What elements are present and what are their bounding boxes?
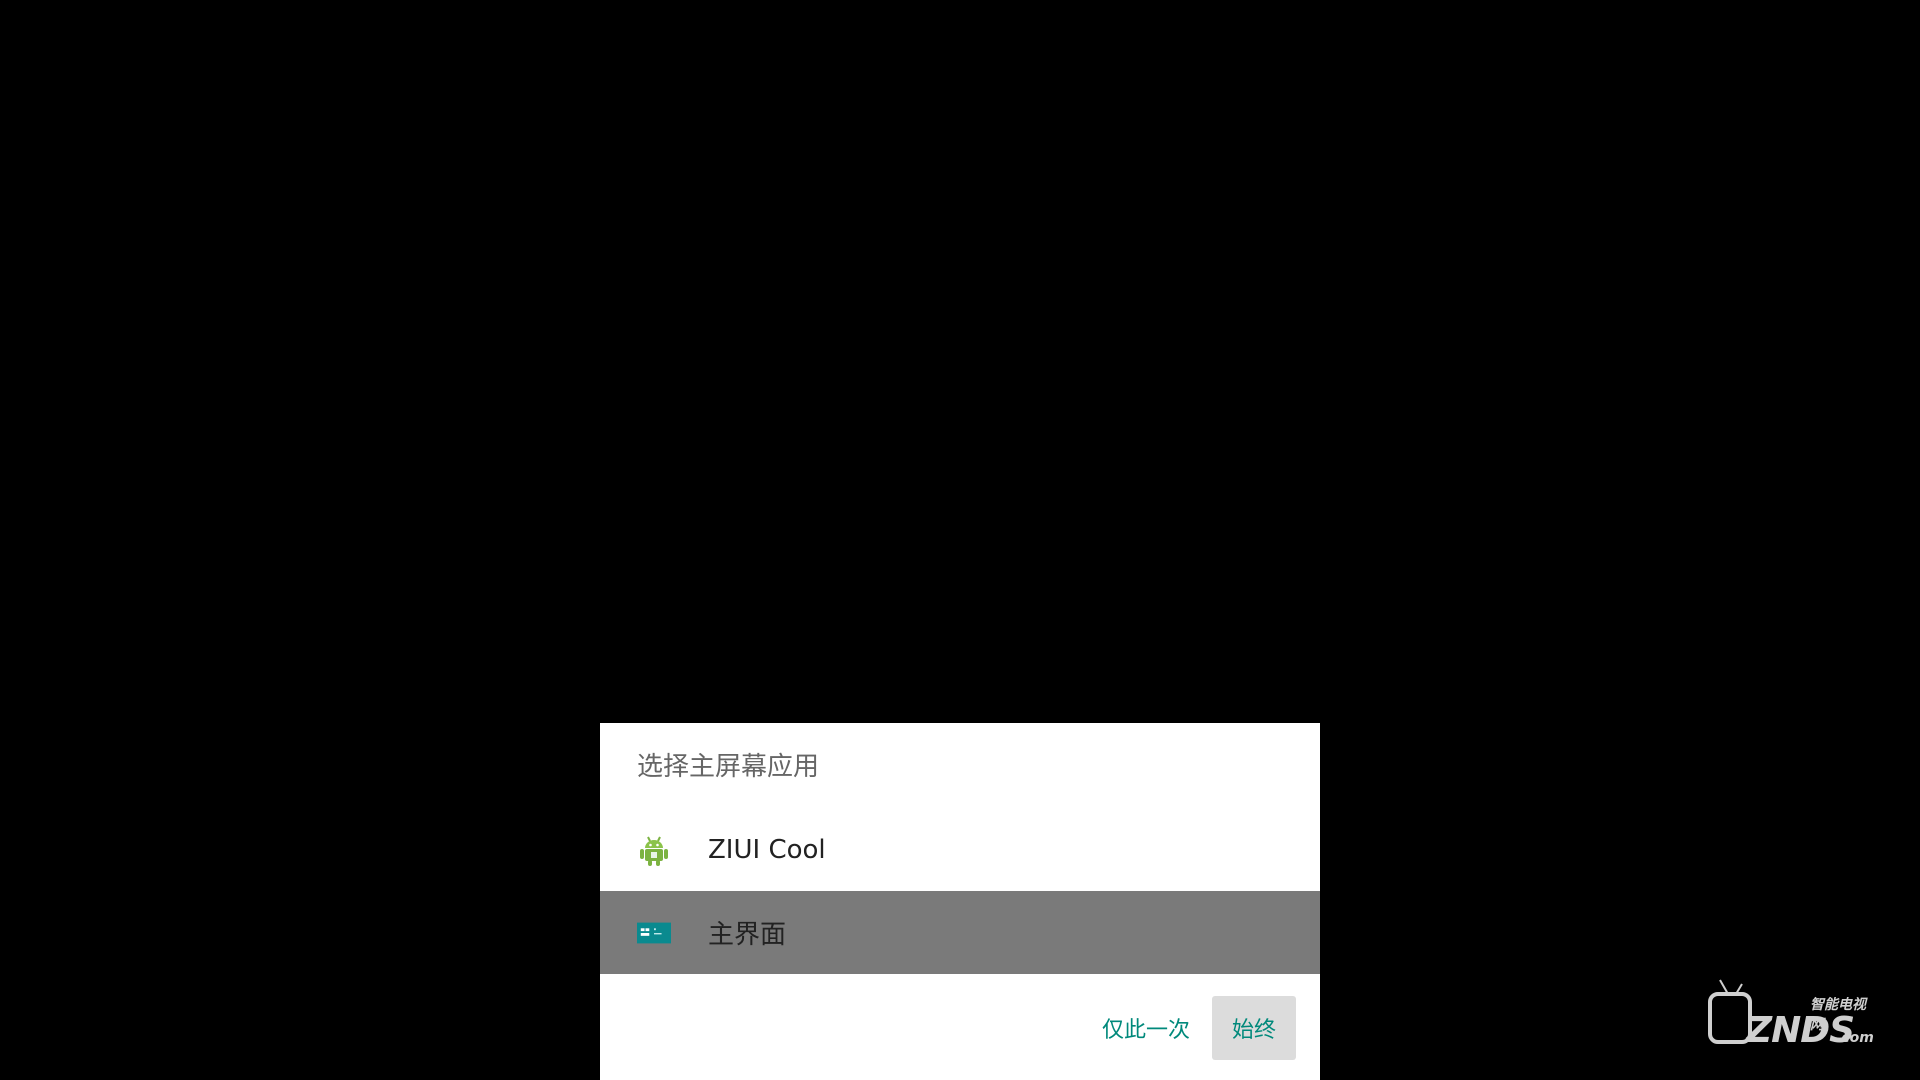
- watermark-suffix: .com: [1836, 1030, 1874, 1046]
- app-label: 主界面: [708, 920, 787, 950]
- app-label: ZIUI Cool: [708, 834, 826, 865]
- just-once-button[interactable]: 仅此一次: [1093, 996, 1199, 1060]
- dialog-title: 选择主屏幕应用: [637, 752, 820, 782]
- android-robot-icon: [637, 833, 671, 867]
- app-option-ziui-cool[interactable]: ZIUI Cool: [600, 808, 1320, 891]
- always-button[interactable]: 始终: [1212, 996, 1296, 1060]
- launcher-icon: [637, 916, 671, 950]
- znds-watermark-logo: 智能电视网 ZNDS .com: [1706, 978, 1876, 1051]
- app-option-home-screen[interactable]: 主界面: [600, 891, 1320, 974]
